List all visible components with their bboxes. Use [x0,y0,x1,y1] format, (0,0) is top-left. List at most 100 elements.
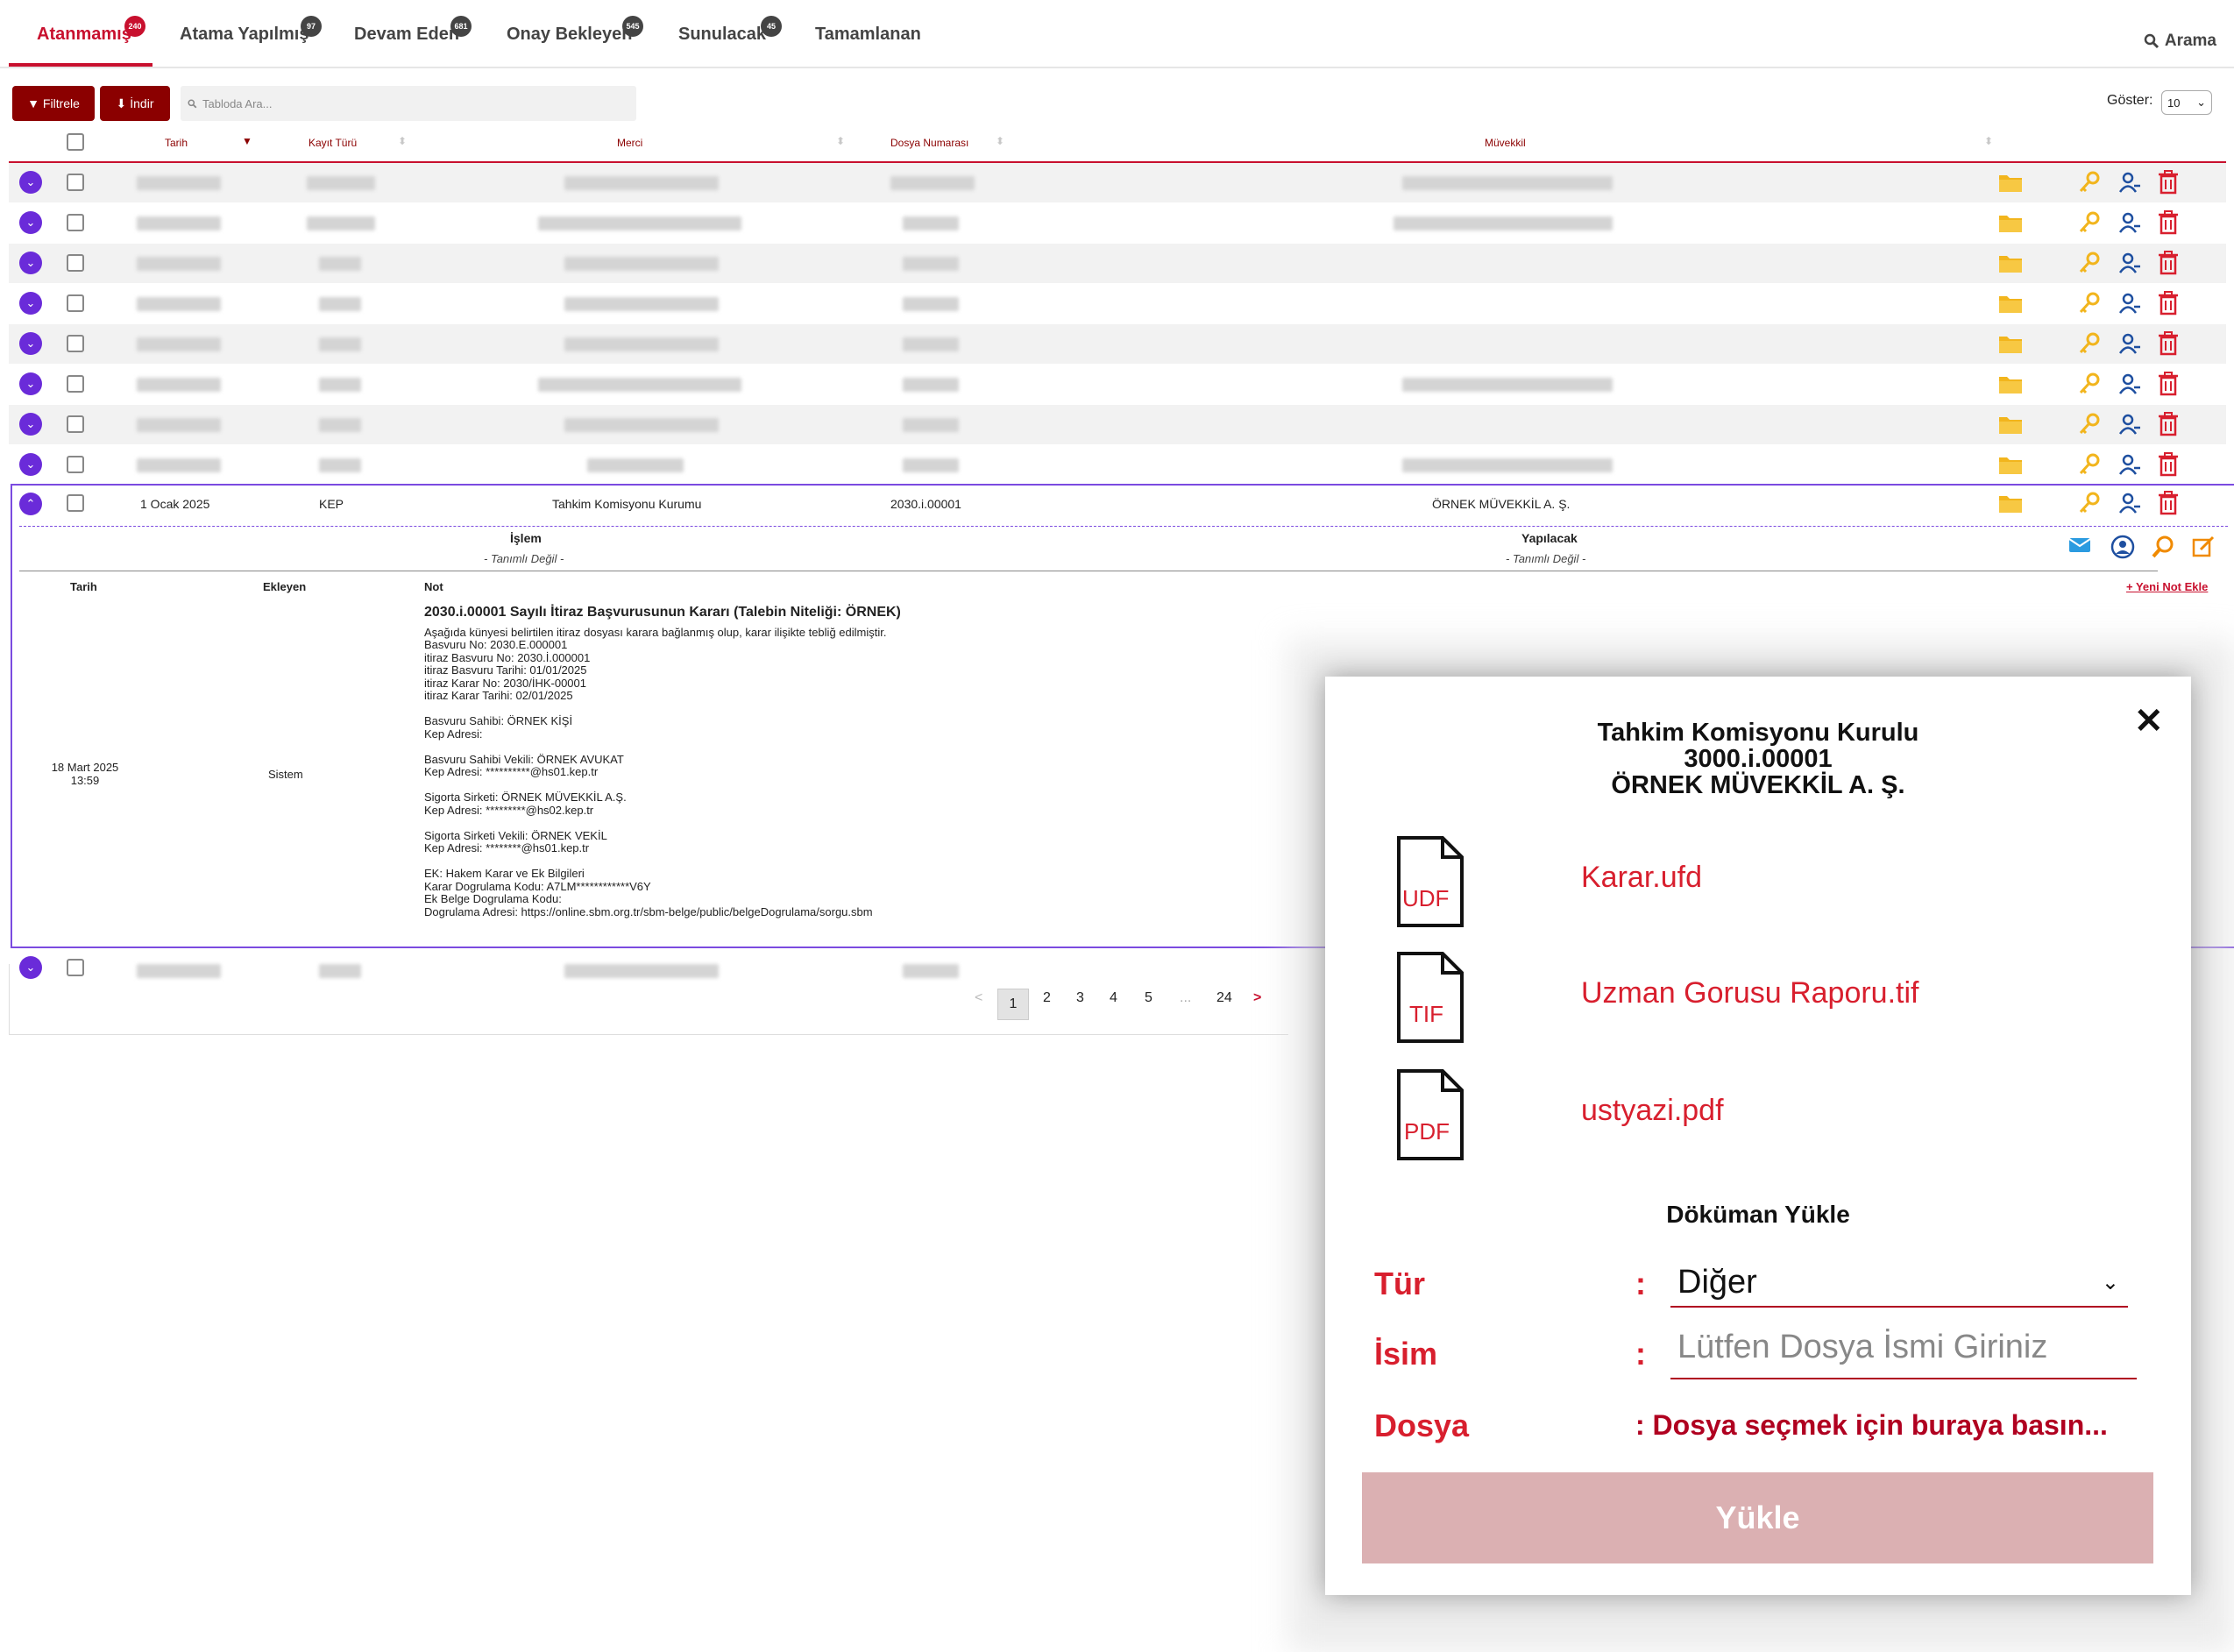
download-button[interactable]: ⬇ İndir [100,86,170,121]
type-select[interactable]: Diğer ⌄ [1670,1258,2128,1308]
assign-key-icon[interactable] [2077,251,2102,275]
user-assign-icon[interactable] [2117,452,2142,477]
folder-icon[interactable] [1998,372,2023,396]
assign-key-icon[interactable] [2077,372,2102,396]
pagination-page[interactable]: 24 [1216,990,1232,1006]
expand-row-icon[interactable]: ⌄ [19,211,42,234]
user-assign-icon[interactable] [2117,412,2142,436]
folder-icon[interactable] [1998,210,2023,235]
row-checkbox[interactable] [67,214,84,231]
table-row[interactable]: ⌄ [9,284,2226,323]
assign-key-icon[interactable] [2077,210,2102,235]
row-checkbox[interactable] [67,254,84,272]
table-row[interactable]: ⌄ [9,365,2226,404]
file-item[interactable]: PDF ustyazi.pdf [1392,1067,2093,1164]
select-all-checkbox[interactable] [67,133,84,151]
folder-icon[interactable] [1998,452,2023,477]
mail-icon[interactable] [2068,536,2091,558]
file-name[interactable]: Uzman Gorusu Raporu.tif [1581,976,1919,1010]
pagination-prev[interactable]: < [975,990,982,1006]
row-checkbox[interactable] [67,456,84,473]
row-checkbox[interactable] [67,174,84,191]
sort-icon[interactable]: ⬍ [398,135,407,147]
expand-row-icon[interactable]: ⌄ [19,252,42,274]
trash-icon[interactable] [2156,291,2181,316]
row-checkbox[interactable] [67,375,84,393]
trash-icon[interactable] [2156,210,2181,235]
user-circle-icon[interactable] [2110,535,2135,564]
file-item[interactable]: TIF Uzman Gorusu Raporu.tif [1392,950,2093,1046]
table-row[interactable]: ⌄ [9,324,2226,364]
user-assign-icon[interactable] [2117,372,2142,396]
folder-icon[interactable] [1998,251,2023,275]
sort-icon[interactable]: ⬍ [1984,135,1993,147]
tab-devam-eden[interactable]: Devam Eden 681 [354,0,472,68]
trash-icon[interactable] [2156,412,2181,436]
row-checkbox[interactable] [67,294,84,312]
user-assign-icon[interactable] [2117,210,2142,235]
tab-atama-yapilmis[interactable]: Atama Yapılmış 97 [180,0,322,68]
pagination-next[interactable]: > [1253,990,1261,1006]
folder-icon[interactable] [1998,412,2023,436]
assign-key-icon[interactable] [2077,291,2102,316]
add-note-link[interactable]: + Yeni Not Ekle [2126,580,2208,593]
sort-icon[interactable]: ⬍ [996,135,1004,147]
edit-icon[interactable] [2191,535,2216,564]
pagination-page[interactable]: 2 [1043,990,1051,1006]
expand-row-icon[interactable]: ⌄ [19,453,42,476]
upload-button[interactable]: Yükle [1362,1472,2153,1563]
tab-atanmamis[interactable]: Atanmamış 240 [37,0,145,68]
file-name[interactable]: ustyazi.pdf [1581,1094,1724,1128]
row-checkbox[interactable] [67,335,84,352]
column-header-merci[interactable]: Merci [617,137,642,149]
column-header-date[interactable]: Tarih [165,137,188,149]
row-checkbox[interactable] [67,415,84,433]
assign-key-icon[interactable] [2077,452,2102,477]
search-tab[interactable]: Arama [2144,32,2216,51]
expand-row-icon[interactable]: ⌄ [19,956,42,979]
expand-row-icon[interactable]: ⌄ [19,413,42,436]
table-row[interactable]: ⌄ [9,405,2226,444]
table-row[interactable]: ⌄ [9,445,2226,485]
column-header-file-no[interactable]: Dosya Numarası [890,137,968,149]
tab-tamamlanan[interactable]: Tamamlanan [815,0,921,68]
file-name-input[interactable]: Lütfen Dosya İsmi Giriniz [1670,1329,2137,1379]
table-row[interactable]: ⌄ [9,203,2226,243]
user-assign-icon[interactable] [2117,170,2142,195]
user-assign-icon[interactable] [2117,331,2142,356]
page-size-select[interactable]: 10 ⌄ [2161,90,2212,115]
expand-row-icon[interactable]: ⌄ [19,171,42,194]
magnifier-icon[interactable] [2151,535,2175,564]
trash-icon[interactable] [2156,251,2181,275]
pagination-page[interactable]: 4 [1110,990,1117,1006]
column-header-type[interactable]: Kayıt Türü [309,137,357,149]
pagination-page[interactable]: 5 [1145,990,1152,1006]
table-row[interactable]: ⌄ [9,244,2226,283]
user-assign-icon[interactable] [2117,291,2142,316]
trash-icon[interactable] [2156,170,2181,195]
row-checkbox[interactable] [67,959,84,976]
folder-icon[interactable] [1998,291,2023,316]
file-picker[interactable]: : Dosya seçmek için buraya basın... [1635,1409,2108,1442]
assign-key-icon[interactable] [2077,170,2102,195]
pagination-page[interactable]: 3 [1076,990,1084,1006]
trash-icon[interactable] [2156,452,2181,477]
folder-icon[interactable] [1998,331,2023,356]
column-header-client[interactable]: Müvekkil [1485,137,1526,149]
folder-icon[interactable] [1998,170,2023,195]
table-row[interactable]: ⌄ [9,163,2226,202]
assign-key-icon[interactable] [2077,412,2102,436]
assign-key-icon[interactable] [2077,331,2102,356]
sort-icon[interactable]: ⬍ [836,135,845,147]
pagination-page[interactable]: 1 [997,989,1029,1020]
table-search-input[interactable]: Tabloda Ara... [181,86,636,121]
expand-row-icon[interactable]: ⌄ [19,372,42,395]
tab-onay-bekleyen[interactable]: Onay Bekleyen 545 [507,0,643,68]
trash-icon[interactable] [2156,372,2181,396]
expand-row-icon[interactable]: ⌄ [19,332,42,355]
expand-row-icon[interactable]: ⌄ [19,292,42,315]
file-item[interactable]: UDF Karar.ufd [1392,834,2093,931]
tab-sunulacak[interactable]: Sunulacak 45 [678,0,782,68]
user-assign-icon[interactable] [2117,251,2142,275]
filter-button[interactable]: ▼ Filtrele [12,86,95,121]
